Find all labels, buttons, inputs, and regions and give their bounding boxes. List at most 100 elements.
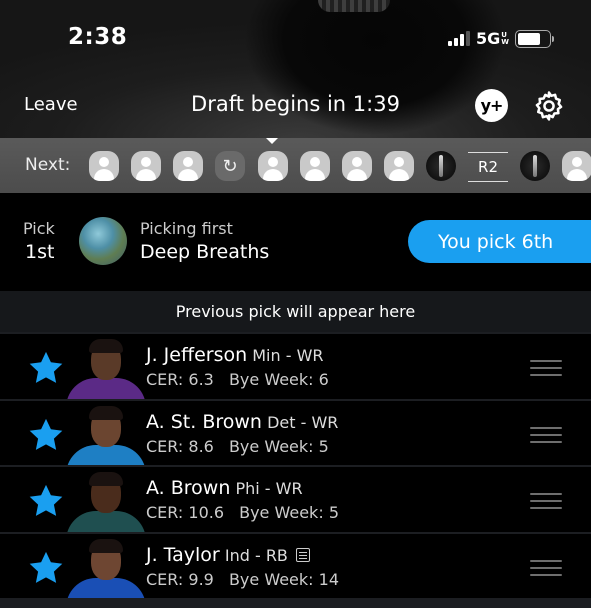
cer-value: 10.6 xyxy=(188,503,225,522)
user-avatar-icon xyxy=(99,157,109,167)
user-avatar-body xyxy=(389,169,409,181)
player-headshot xyxy=(64,538,148,600)
user-avatar-body xyxy=(347,169,367,181)
star-icon[interactable] xyxy=(26,482,66,520)
user-avatar-body xyxy=(94,169,114,181)
player-name[interactable]: J. Jefferson xyxy=(146,344,247,366)
cer-label: CER: xyxy=(146,569,184,589)
star-icon[interactable] xyxy=(26,549,66,587)
draft-header: Leave Draft begins in 1:39 y+ xyxy=(0,86,591,126)
bye-value: 6 xyxy=(318,370,329,389)
player-headshot xyxy=(64,338,148,400)
draft-slot-user-avatar[interactable] xyxy=(89,151,119,181)
draft-slot-autodraft[interactable]: ↻ xyxy=(215,151,245,181)
draft-slot-user-avatar[interactable] xyxy=(131,151,161,181)
draft-slot-team-avatar[interactable] xyxy=(520,151,550,181)
draft-slot-user-avatar[interactable] xyxy=(173,151,203,181)
player-headshot xyxy=(64,471,148,533)
draft-order-bar[interactable]: Next: ↻ R2 xyxy=(0,138,591,193)
player-name[interactable]: A. St. Brown xyxy=(146,411,262,433)
signal-icon xyxy=(448,31,470,46)
team-logo-icon xyxy=(439,155,443,177)
user-avatar-body xyxy=(263,169,283,181)
user-avatar-icon xyxy=(141,157,151,167)
user-avatar-icon xyxy=(268,157,278,167)
player-team: Phi xyxy=(235,479,260,498)
status-time: 2:38 xyxy=(68,24,128,50)
player-team: Min xyxy=(252,346,281,365)
current-pick-panel: Pick 1st Picking first Deep Breaths You … xyxy=(0,193,591,290)
player-team: Det xyxy=(267,412,296,432)
user-avatar-icon xyxy=(352,157,362,167)
user-avatar-body xyxy=(305,169,325,181)
player-stats: CER: 8.6 Bye Week: 5 xyxy=(146,437,329,456)
draft-slot-user-avatar[interactable] xyxy=(342,151,372,181)
player-position: WR xyxy=(275,479,303,498)
next-label: Next: xyxy=(25,155,71,175)
player-row[interactable]: A. Brown Phi - WR CER: 10.6 Bye Week: 5 xyxy=(0,465,591,533)
network-indicator: 5G UW xyxy=(476,29,509,48)
bye-value: 14 xyxy=(318,569,339,589)
player-stats: CER: 10.6 Bye Week: 5 xyxy=(146,503,339,522)
player-row[interactable]: A. St. Brown Det - WR CER: 8.6 Bye Week:… xyxy=(0,398,591,467)
player-team: Ind xyxy=(224,545,250,565)
drag-handle-icon[interactable] xyxy=(530,559,562,576)
player-name-line: J. Jefferson Min - WR xyxy=(146,344,324,366)
network-sub: W xyxy=(501,37,509,46)
player-stats: CER: 9.9 Bye Week: 14 xyxy=(146,570,339,589)
draft-slot-team-avatar[interactable] xyxy=(426,151,456,181)
user-avatar-icon xyxy=(572,157,582,167)
player-name-line: A. St. Brown Det - WR xyxy=(146,410,339,433)
bye-label: Bye Week: xyxy=(228,436,314,456)
star-icon[interactable] xyxy=(26,349,66,387)
player-queue-list: J. Jefferson Min - WR CER: 6.3 Bye Week:… xyxy=(0,332,591,600)
your-pick-badge: You pick 6th xyxy=(408,220,591,263)
network-label: 5G xyxy=(476,29,501,48)
user-avatar-body xyxy=(567,169,587,181)
player-note-icon[interactable] xyxy=(296,547,310,562)
player-row[interactable]: J. Jefferson Min - WR CER: 6.3 Bye Week:… xyxy=(0,332,591,400)
round-marker: R2 xyxy=(468,152,508,182)
cer-value: 9.9 xyxy=(188,569,214,589)
draft-slot-user-avatar[interactable] xyxy=(300,151,330,181)
bye-value: 5 xyxy=(318,436,329,456)
bye-label: Bye Week: xyxy=(228,569,314,589)
cer-label: CER: xyxy=(146,503,184,522)
user-avatar-body xyxy=(136,169,156,181)
bye-value: 5 xyxy=(328,503,339,522)
player-position: WR xyxy=(311,412,339,432)
pick-label: Pick xyxy=(23,219,55,238)
team-logo-icon xyxy=(533,155,537,177)
player-name-line: J. Taylor Ind - RB xyxy=(146,544,310,566)
drag-handle-icon[interactable] xyxy=(530,493,562,509)
gear-icon[interactable] xyxy=(532,89,566,123)
pick-number: 1st xyxy=(25,241,55,263)
user-avatar-icon xyxy=(183,157,193,167)
player-headshot xyxy=(64,405,148,467)
bye-label: Bye Week: xyxy=(239,503,324,522)
draft-slot-user-avatar[interactable] xyxy=(562,151,591,181)
battery-icon xyxy=(515,29,554,48)
player-position: WR xyxy=(296,346,324,365)
cer-value: 8.6 xyxy=(188,436,214,456)
team-avatar xyxy=(79,217,127,265)
drag-handle-icon[interactable] xyxy=(530,426,562,443)
player-name[interactable]: A. Brown xyxy=(146,477,230,499)
player-position: RB xyxy=(265,545,288,565)
drag-handle-icon[interactable] xyxy=(530,360,562,376)
yahoo-plus-button[interactable]: y+ xyxy=(475,89,508,122)
list-footer xyxy=(0,598,591,608)
current-pick-marker xyxy=(266,138,278,144)
bye-label: Bye Week: xyxy=(228,370,314,389)
user-avatar-body xyxy=(178,169,198,181)
star-icon[interactable] xyxy=(26,416,66,454)
status-icons: 5G UW xyxy=(448,29,554,48)
player-name[interactable]: J. Taylor xyxy=(146,544,220,566)
cer-label: CER: xyxy=(146,436,184,456)
cer-value: 6.3 xyxy=(188,370,214,389)
football-image xyxy=(318,0,390,12)
draft-slot-user-avatar[interactable] xyxy=(258,151,288,181)
picking-label: Picking first xyxy=(140,219,233,238)
draft-slot-user-avatar[interactable] xyxy=(384,151,414,181)
player-row[interactable]: J. Taylor Ind - RB CER: 9.9 Bye Week: 14 xyxy=(0,531,591,600)
